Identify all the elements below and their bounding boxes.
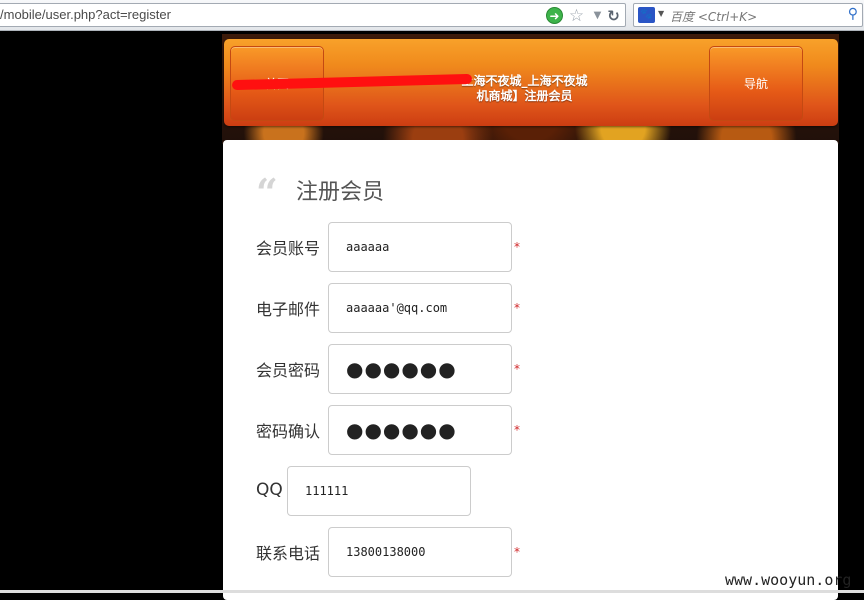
dropdown-arrow-icon[interactable]: ▼ <box>589 7 606 24</box>
required-mark: * <box>514 423 520 437</box>
required-mark: * <box>514 240 520 254</box>
address-bar[interactable]: /mobile/user.php?act=register ➜ ☆ ▼ ↻ <box>0 3 626 27</box>
nav-menu-button[interactable]: 导航 <box>709 46 803 121</box>
form-title: 注册会员 <box>296 180 385 205</box>
username-label: 会员账号 <box>256 239 321 258</box>
go-arrow-icon[interactable]: ➜ <box>546 7 563 24</box>
phone-label: 联系电话 <box>256 544 321 563</box>
reload-icon[interactable]: ↻ <box>605 7 622 25</box>
address-bar-url[interactable]: /mobile/user.php?act=register <box>0 7 171 22</box>
star-icon[interactable]: ☆ <box>568 6 585 26</box>
search-engine-dropdown-icon[interactable]: ▼ <box>658 9 664 18</box>
password-label: 会员密码 <box>256 361 321 380</box>
required-mark: * <box>514 301 520 315</box>
qq-input[interactable]: 111111 <box>287 466 471 516</box>
watermark-text: www.wooyun.org <box>725 571 852 589</box>
qq-label: QQ <box>256 480 283 500</box>
magnifier-icon[interactable]: ⚲ <box>848 6 858 22</box>
email-label: 电子邮件 <box>256 300 321 319</box>
search-placeholder[interactable]: 百度 <Ctrl+K> <box>670 8 757 25</box>
header-title-line-2: 机商城】注册会员 <box>476 89 573 103</box>
username-input[interactable]: aaaaaa <box>328 222 512 272</box>
baidu-icon[interactable]: 🐾 <box>638 7 655 23</box>
required-mark: * <box>514 362 520 376</box>
email-input[interactable]: aaaaaa'@qq.com <box>328 283 512 333</box>
search-bar[interactable]: 🐾 ▼ 百度 <Ctrl+K> ⚲ <box>633 3 863 27</box>
password-input[interactable]: ●●●●●● <box>328 344 512 394</box>
page-viewport: 首页 上海不夜城_上海不夜城 机商城】注册会员 导航 “ 注册会员 会员账号 a… <box>0 32 864 600</box>
confirm-password-label: 密码确认 <box>256 422 321 441</box>
required-mark: * <box>514 545 520 559</box>
phone-input[interactable]: 13800138000 <box>328 527 512 577</box>
register-form: “ 注册会员 会员账号 aaaaaa * 电子邮件 aaaaaa'@qq.com… <box>223 140 838 600</box>
browser-toolbar: /mobile/user.php?act=register ➜ ☆ ▼ ↻ 🐾 … <box>0 0 864 31</box>
confirm-password-input[interactable]: ●●●●●● <box>328 405 512 455</box>
quote-icon: “ <box>256 170 278 215</box>
